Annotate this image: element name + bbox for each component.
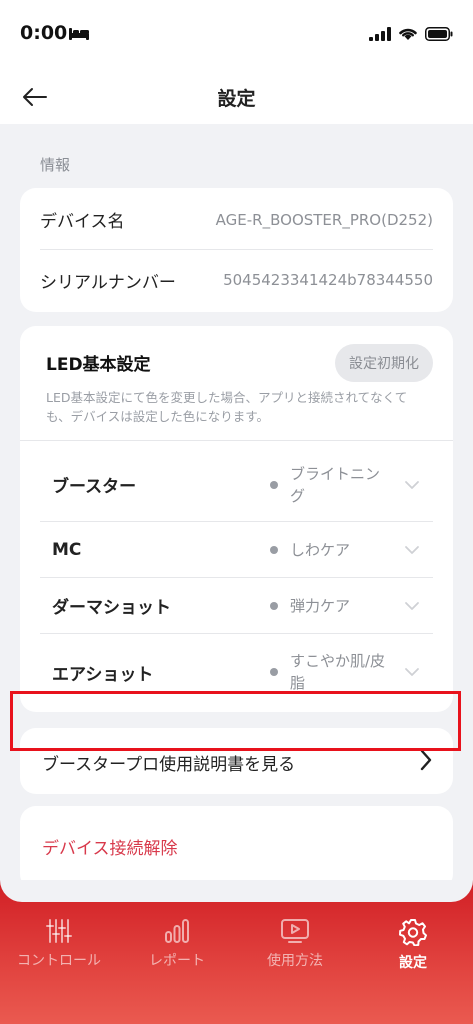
led-row-airshot[interactable]: エアショット すこやか肌/皮脂 [40,634,433,710]
reset-settings-button[interactable]: 設定初期化 [335,344,433,382]
led-row-label: MC [52,539,82,560]
led-row-label: ブースター [52,477,137,497]
serial-number-row: シリアルナンバー 5045423341424b78344550 [40,250,433,310]
color-dot-icon [270,668,278,676]
chevron-right-icon [420,749,432,771]
tab-settings[interactable]: 設定 [354,918,472,988]
divider [20,440,453,441]
led-row-value: すこやか肌/皮脂 [290,652,386,692]
nav-bar: 設定 [0,70,473,124]
chevron-down-icon [405,480,419,489]
page-title: 設定 [217,88,256,110]
led-row-label: ダーマショット [52,598,171,618]
tab-label: コントロール [17,953,101,969]
manual-link[interactable]: ブースタープロ使用説明書を見る [20,728,453,794]
led-settings-description: LED基本設定にて色を変更した場合、アプリと接続されてなくても、デバイスは設定し… [46,390,408,424]
battery-icon [425,26,453,41]
content-bottom-edge [0,880,473,902]
chevron-down-icon [405,668,419,676]
device-name-row: デバイス名 AGE-R_BOOSTER_PRO(D252) [40,190,433,250]
led-row-dermashot[interactable]: ダーマショット 弾力ケア [40,578,433,634]
section-label-info: 情報 [40,156,71,174]
chevron-down-icon [405,545,419,554]
led-row-mc[interactable]: MC しわケア [40,522,433,578]
status-icons [369,26,453,41]
tab-report[interactable]: レポート [118,918,236,988]
disconnect-card: デバイス接続解除 [20,806,453,890]
led-row-value: 弾力ケア [290,596,351,615]
tab-label: レポート [149,953,205,969]
serial-number-value: 5045423341424b78344550 [223,271,433,289]
bed-icon [69,28,89,40]
led-settings-card: LED基本設定 設定初期化 LED基本設定にて色を変更した場合、アプリと接続され… [20,326,453,712]
tab-usage[interactable]: 使用方法 [236,918,354,988]
info-card: デバイス名 AGE-R_BOOSTER_PRO(D252) シリアルナンバー 5… [20,188,453,312]
report-icon [165,919,189,943]
signal-icon [369,26,391,41]
wifi-icon [399,28,417,40]
status-bar: 0:00 [0,0,473,70]
video-icon [281,919,309,943]
led-row-label: エアショット [52,664,154,685]
led-settings-title: LED基本設定 [46,355,151,375]
led-row-value: ブライトニング [290,464,381,505]
gear-icon [399,919,427,946]
color-dot-icon [270,601,278,610]
disconnect-device-button[interactable]: デバイス接続解除 [42,834,178,859]
device-name-value: AGE-R_BOOSTER_PRO(D252) [215,210,433,229]
device-name-key: デバイス名 [40,212,125,232]
tab-control[interactable]: コントロール [0,918,118,988]
serial-number-key: シリアルナンバー [40,272,176,293]
led-row-value: しわケア [290,540,351,559]
sliders-icon [46,919,72,943]
manual-link-label: ブースタープロ使用説明書を見る [42,755,296,775]
led-row-booster[interactable]: ブースター ブライトニング [40,448,433,522]
chevron-down-icon [405,601,419,610]
tab-label: 設定 [399,955,427,971]
color-dot-icon [270,545,278,554]
settings-content[interactable]: 情報 デバイス名 AGE-R_BOOSTER_PRO(D252) シリアルナンバ… [0,124,473,900]
status-time: 0:00 [20,22,68,44]
tab-label: 使用方法 [267,953,323,969]
color-dot-icon [270,480,278,489]
